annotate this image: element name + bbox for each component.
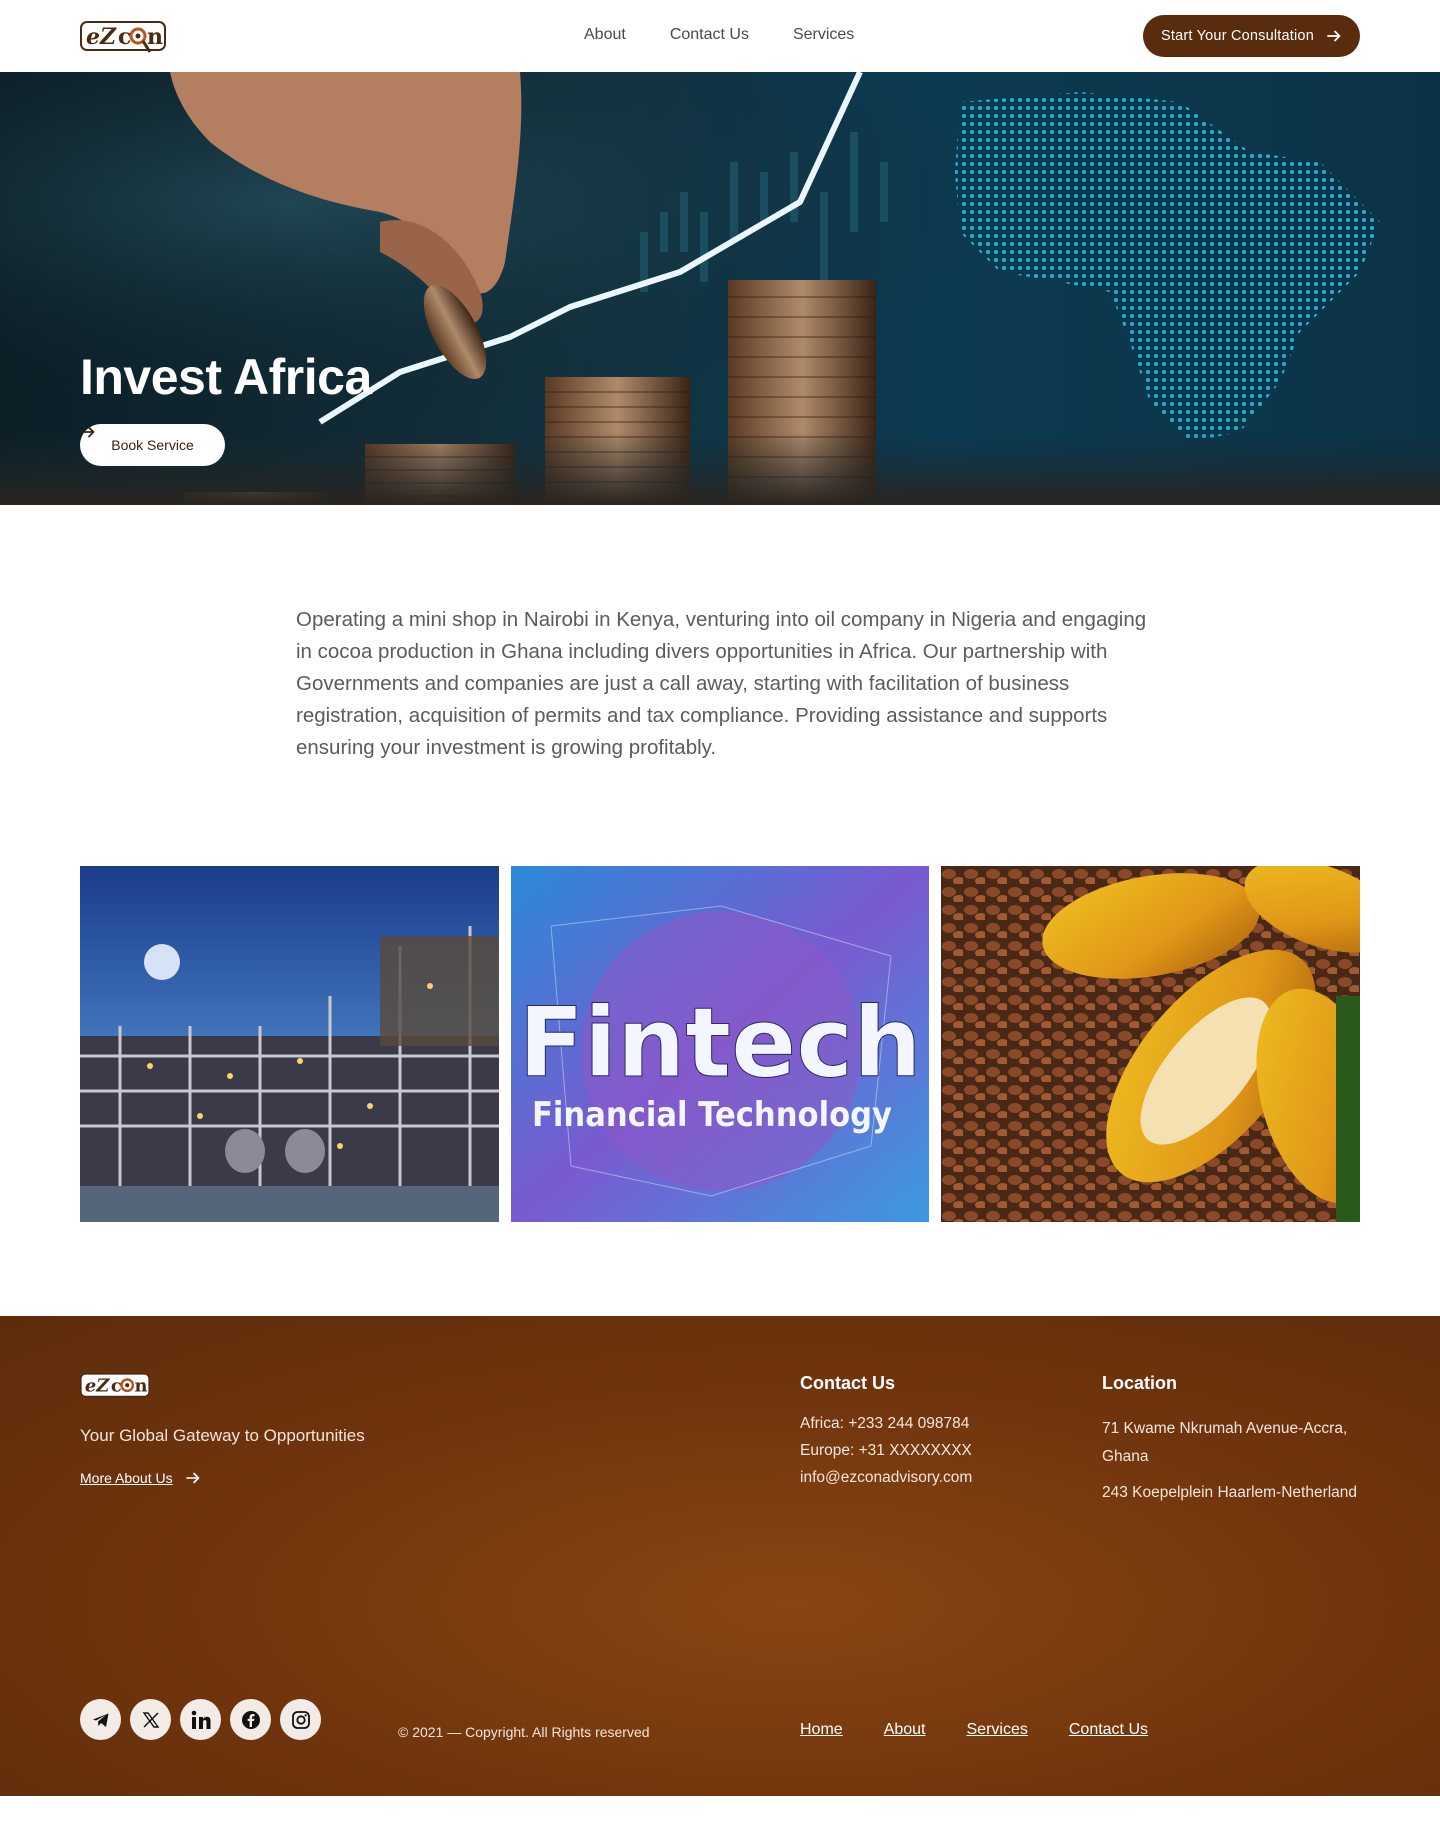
hero-banner: Invest Africa Book Service [0, 72, 1440, 505]
footer-tagline: Your Global Gateway to Opportunities [80, 1426, 365, 1445]
svg-text:c: c [111, 1376, 122, 1397]
instagram-icon[interactable] [280, 1699, 321, 1740]
contact-phone-africa[interactable]: Africa: +233 244 098784 [800, 1410, 972, 1437]
hero-title: Invest Africa [80, 349, 372, 405]
nav-about-link[interactable]: About [584, 26, 626, 44]
footer-contact-heading: Contact Us [800, 1373, 896, 1393]
more-about-us-link[interactable]: More About Us [80, 1470, 201, 1486]
footer-nav-contact[interactable]: Contact Us [1069, 1721, 1148, 1739]
contact-email[interactable]: info@ezconadvisory.com [800, 1464, 972, 1491]
copyright-text: © 2021 — Copyright. All Rights reserved [398, 1724, 650, 1740]
footer-nav-services[interactable]: Services [967, 1721, 1028, 1739]
intro-paragraph: Operating a mini shop in Nairobi in Keny… [296, 608, 1147, 759]
arrow-right-icon [1327, 30, 1341, 42]
start-consultation-button[interactable]: Start Your Consultation [1143, 15, 1360, 57]
social-links [80, 1699, 321, 1740]
contact-phone-europe[interactable]: Europe: +31 XXXXXXXX [800, 1437, 972, 1464]
svg-text:eZ: eZ [86, 24, 117, 50]
book-service-label: Book Service [111, 437, 194, 453]
fintech-subtitle: Financial Technology [532, 1095, 892, 1135]
facebook-icon[interactable] [230, 1699, 271, 1740]
book-service-button[interactable]: Book Service [80, 424, 225, 466]
fintech-title: Fintech [518, 987, 921, 1099]
footer-contact-list: Africa: +233 244 098784 Europe: +31 XXXX… [800, 1410, 972, 1491]
arrow-right-icon [81, 426, 95, 438]
site-footer: eZ c n Your Global Gateway to Opportunit… [0, 1316, 1440, 1796]
linkedin-icon[interactable] [180, 1699, 221, 1740]
svg-text:n: n [147, 24, 163, 50]
more-about-us-label: More About Us [80, 1470, 173, 1486]
fintech-image: Fintech Financial Technology [510, 866, 930, 1222]
svg-text:n: n [135, 1376, 148, 1397]
oil-refinery-image [80, 866, 499, 1222]
svg-text:c: c [118, 24, 131, 50]
nav-services-link[interactable]: Services [793, 26, 854, 44]
cocoa-beans-image [941, 866, 1361, 1222]
site-header: eZ c n About Contact Us Services Start Y… [0, 0, 1440, 72]
sector-gallery: Fintech Financial Technology [80, 866, 1361, 1222]
footer-nav-about[interactable]: About [884, 1721, 926, 1739]
footer-nav: Home About Services Contact Us [800, 1721, 1148, 1739]
footer-address-1: 71 Kwame Nkrumah Avenue-Accra, Ghana [1102, 1420, 1348, 1465]
svg-text:eZ: eZ [85, 1376, 110, 1397]
footer-address-2: 243 Koepelplein Haarlem-Netherland [1102, 1484, 1358, 1501]
footer-location-heading: Location [1102, 1373, 1177, 1393]
footer-ezcon-logo[interactable]: eZ c n [80, 1371, 150, 1401]
arrow-right-icon [185, 1472, 199, 1484]
nav-contact-link[interactable]: Contact Us [670, 26, 749, 44]
main-nav: About Contact Us Services [584, 26, 854, 44]
footer-nav-home[interactable]: Home [800, 1721, 843, 1739]
telegram-icon[interactable] [80, 1699, 121, 1740]
ezcon-logo[interactable]: eZ c n [80, 19, 166, 55]
x-icon[interactable] [130, 1699, 171, 1740]
start-consultation-label: Start Your Consultation [1161, 28, 1314, 44]
